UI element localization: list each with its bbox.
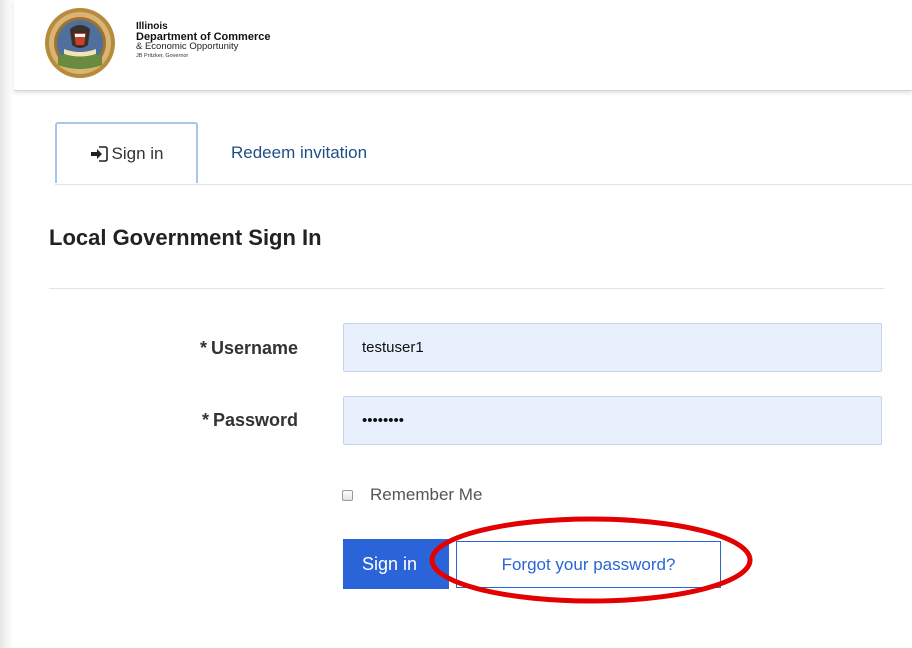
tab-redeem-label: Redeem invitation bbox=[231, 142, 368, 162]
username-label-text: Username bbox=[210, 338, 298, 358]
site-header: Illinois Department of Commerce & Econom… bbox=[14, 0, 912, 91]
page-title: Local Government Sign In bbox=[49, 225, 322, 250]
forgot-password-button[interactable]: Forgot your password? bbox=[456, 541, 721, 588]
sign-in-icon bbox=[90, 145, 108, 162]
org-line-4: JB Pritzker, Governor bbox=[136, 53, 189, 59]
password-input[interactable] bbox=[343, 396, 882, 445]
remember-me-label[interactable]: Remember Me bbox=[370, 485, 482, 505]
org-line-3: & Economic Opportunity bbox=[136, 41, 239, 52]
username-input[interactable] bbox=[343, 323, 882, 372]
tab-sign-in-label: Sign in bbox=[111, 143, 164, 163]
tab-sign-in[interactable]: Sign in bbox=[55, 122, 198, 183]
required-marker: * bbox=[201, 410, 209, 430]
remember-me-row: Remember Me bbox=[342, 485, 482, 505]
state-seal-logo bbox=[45, 8, 115, 78]
password-label: * Password bbox=[202, 410, 298, 431]
sign-in-button[interactable]: Sign in bbox=[343, 539, 449, 589]
remember-me-checkbox[interactable] bbox=[342, 489, 353, 501]
required-marker: * bbox=[199, 338, 207, 358]
tab-redeem-invitation[interactable]: Redeem invitation bbox=[231, 122, 367, 183]
username-label: * Username bbox=[200, 338, 298, 359]
auth-tabs: Sign in Redeem invitation bbox=[55, 122, 912, 185]
title-divider bbox=[49, 288, 884, 289]
organization-name: Illinois Department of Commerce & Econom… bbox=[136, 22, 270, 61]
page-side-shadow bbox=[0, 0, 14, 648]
password-label-text: Password bbox=[212, 410, 298, 430]
